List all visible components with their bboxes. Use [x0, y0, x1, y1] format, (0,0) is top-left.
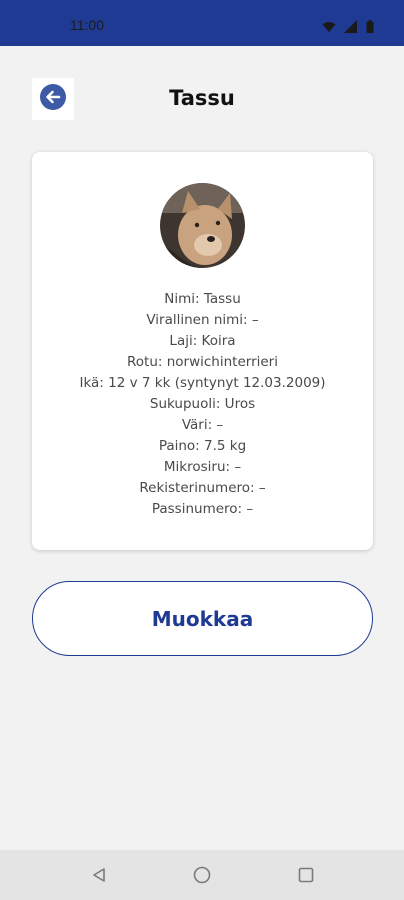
- pet-avatar: [160, 183, 245, 268]
- detail-official-name: Virallinen nimi: –: [146, 312, 259, 328]
- detail-age: Ikä: 12 v 7 kk (syntynyt 12.03.2009): [79, 375, 326, 391]
- back-triangle-icon[interactable]: [88, 864, 110, 886]
- page-title: Tassu: [169, 86, 235, 110]
- system-nav-bar: [0, 850, 404, 900]
- detail-color: Väri: –: [181, 417, 224, 433]
- detail-species: Laji: Koira: [169, 333, 236, 349]
- detail-registry-number: Rekisterinumero: –: [139, 480, 266, 496]
- detail-breed: Rotu: norwichinterrieri: [127, 354, 278, 370]
- pet-details: Nimi: Tassu Virallinen nimi: – Laji: Koi…: [32, 289, 373, 520]
- home-circle-icon[interactable]: [191, 864, 213, 886]
- detail-sex: Sukupuoli: Uros: [149, 396, 256, 412]
- pet-info-card: Nimi: Tassu Virallinen nimi: – Laji: Koi…: [32, 152, 373, 550]
- signal-icon: [344, 18, 358, 37]
- status-time: 11:00: [70, 17, 104, 33]
- screen: 11:00 Tassu Nimi: Tassu Virallinen nimi:…: [0, 0, 404, 900]
- wifi-icon: [322, 18, 336, 37]
- detail-microchip: Mikrosiru: –: [163, 459, 242, 475]
- detail-name: Nimi: Tassu: [164, 291, 241, 307]
- edit-button[interactable]: Muokkaa: [32, 581, 373, 656]
- status-icons: [322, 18, 374, 37]
- detail-passport-number: Passinumero: –: [151, 501, 254, 517]
- battery-icon: [366, 18, 374, 37]
- recents-square-icon[interactable]: [295, 864, 317, 886]
- detail-weight: Paino: 7.5 kg: [158, 438, 247, 454]
- status-bar: 11:00: [0, 0, 404, 46]
